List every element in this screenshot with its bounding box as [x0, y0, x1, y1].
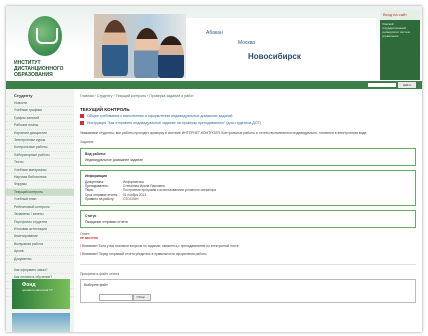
status-box: Статус Ожидание отправки отчета — [80, 209, 416, 228]
login-panel: Вход на сайт Томский государственный уни… — [380, 10, 420, 80]
logo-icon — [28, 16, 62, 56]
doc-link[interactable]: Инструкция "Как отправить индивидуальное… — [80, 121, 416, 126]
sidebar-extra-item[interactable]: Как оформить заказ? — [6, 267, 74, 275]
warning-text: ! Внимание! Перед отправкой отчета убеди… — [80, 252, 208, 257]
upload-box: Выберите файл Обзор... — [80, 279, 416, 304]
upload-label: Выберите файл — [84, 283, 108, 288]
sidebar-menu: Новости Учебные графики График занятий Рабо… — [6, 100, 74, 263]
sidebar: Студенту Новости Учебные графики График за… — [6, 89, 74, 332]
sidebar-item[interactable]: Архив — [6, 248, 74, 256]
fund-banner-subtitle: целевого капитала ТУ — [22, 288, 53, 292]
sidebar-item[interactable]: Итоговая аттестация — [6, 226, 74, 234]
sidebar-item[interactable]: Текущий контроль — [6, 188, 74, 197]
header-photo — [94, 14, 186, 78]
status-label: Статус — [85, 213, 97, 218]
sidebar-item[interactable]: Документы — [6, 256, 74, 263]
login-link[interactable]: Вход на сайт — [380, 10, 420, 20]
sidebar-title: Студенту — [14, 93, 33, 98]
search-input[interactable] — [368, 83, 396, 87]
file-input[interactable] — [99, 294, 133, 302]
breadcrumb[interactable]: Главная › Студенту › Текущий контроль › … — [80, 94, 416, 99]
browse-button[interactable]: Обзор... — [133, 294, 151, 302]
sidebar-item[interactable]: Учебные графики — [6, 107, 74, 115]
page-title: ТЕКУЩИЙ КОНТРОЛЬ — [80, 107, 130, 112]
city-label: Абакан — [206, 30, 223, 36]
upload-form-title: Прикрепить файл отчета — [80, 272, 120, 277]
site-header: ИНСТИТУТ ДИСТАНЦИОННОГО ОБРАЗОВАНИЯ Абак… — [6, 6, 422, 81]
student-figure — [158, 36, 184, 78]
info-key: Правило на работу: — [85, 197, 115, 202]
sidebar-item[interactable]: Портфолио студента — [6, 219, 74, 226]
fund-banner[interactable]: Фонд целевого капитала ТУ — [12, 279, 70, 309]
city-label: Москва — [238, 40, 256, 46]
upload-form: Прикрепить файл отчета Выберите файл Обз… — [80, 264, 416, 304]
info-value: ОТОСЛАН — [123, 197, 139, 202]
city-label: Новосибирск — [248, 52, 301, 61]
task-box: Вид работы: Индивидуальное домашнее зада… — [80, 147, 416, 166]
page: ИНСТИТУТ ДИСТАНЦИОННОГО ОБРАЗОВАНИЯ Абак… — [6, 6, 422, 332]
sidebar-item[interactable]: Лабораторные работы — [6, 152, 74, 160]
top-navbar — [6, 81, 422, 89]
site-logo[interactable]: ИНСТИТУТ ДИСТАНЦИОННОГО ОБРАЗОВАНИЯ — [14, 16, 84, 81]
warning-text: ! Внимание! Если у вас возникли вопросы … — [80, 243, 240, 248]
task-box-title: Вид работы: — [85, 151, 107, 156]
reply-value: не зачтено — [80, 235, 98, 240]
sidebar-item[interactable]: Новости — [6, 100, 74, 108]
task-label: Задание — [80, 139, 94, 144]
cities-map: Абакан Москва Новосибирск — [186, 18, 376, 78]
login-panel-text: Томский государственный университет сист… — [382, 22, 410, 38]
sidebar-item[interactable]: Форумы — [6, 181, 74, 189]
sidebar-item[interactable]: График занятий — [6, 115, 74, 123]
sidebar-item[interactable]: Учебные материалы — [6, 167, 74, 175]
logo-text: ИНСТИТУТ ДИСТАНЦИОННОГО ОБРАЗОВАНИЯ — [14, 60, 64, 78]
sidebar-item[interactable]: Учебный план — [6, 196, 74, 204]
search-button[interactable]: Найти — [398, 82, 416, 88]
sidebar-item[interactable]: Научная библиотека — [6, 174, 74, 182]
status-value[interactable]: Ожидание отправки отчета — [85, 220, 411, 224]
sidebar-item[interactable]: Изучение дисциплин — [6, 130, 74, 138]
task-box-value: Индивидуальное домашнее задание — [85, 157, 144, 162]
sidebar-item[interactable]: Выпускная работа — [6, 241, 74, 249]
pdf-icon — [80, 121, 84, 126]
info-table: Дисциплина: Информатика Преподаватель: Степ… — [85, 180, 411, 202]
promo-banner[interactable] — [12, 313, 70, 332]
sidebar-item[interactable]: Экзамены / зачеты — [6, 211, 74, 219]
sidebar-item[interactable]: Электронные курсы — [6, 137, 74, 145]
intro-text: Уважаемые студенты, все работы проходят … — [80, 131, 368, 135]
student-figure — [102, 20, 128, 76]
sidebar-item[interactable]: Контрольные работы — [6, 144, 74, 152]
sidebar-item[interactable]: Тесты — [6, 159, 74, 167]
info-box: Информация Дисциплина: Информатика Препода… — [80, 169, 416, 206]
doc-link[interactable]: Общие требования к выполнению и оформлен… — [80, 114, 416, 119]
sidebar-item[interactable]: Анкетирование — [6, 233, 74, 241]
student-figure — [134, 28, 160, 78]
pdf-icon — [80, 114, 84, 119]
main-content: Главная › Студенту › Текущий контроль › … — [80, 94, 416, 332]
sidebar-item[interactable]: Рабочие планы — [6, 122, 74, 130]
sidebar-item[interactable]: Рейтинговый контроль — [6, 204, 74, 212]
info-title: Информация — [85, 173, 108, 178]
